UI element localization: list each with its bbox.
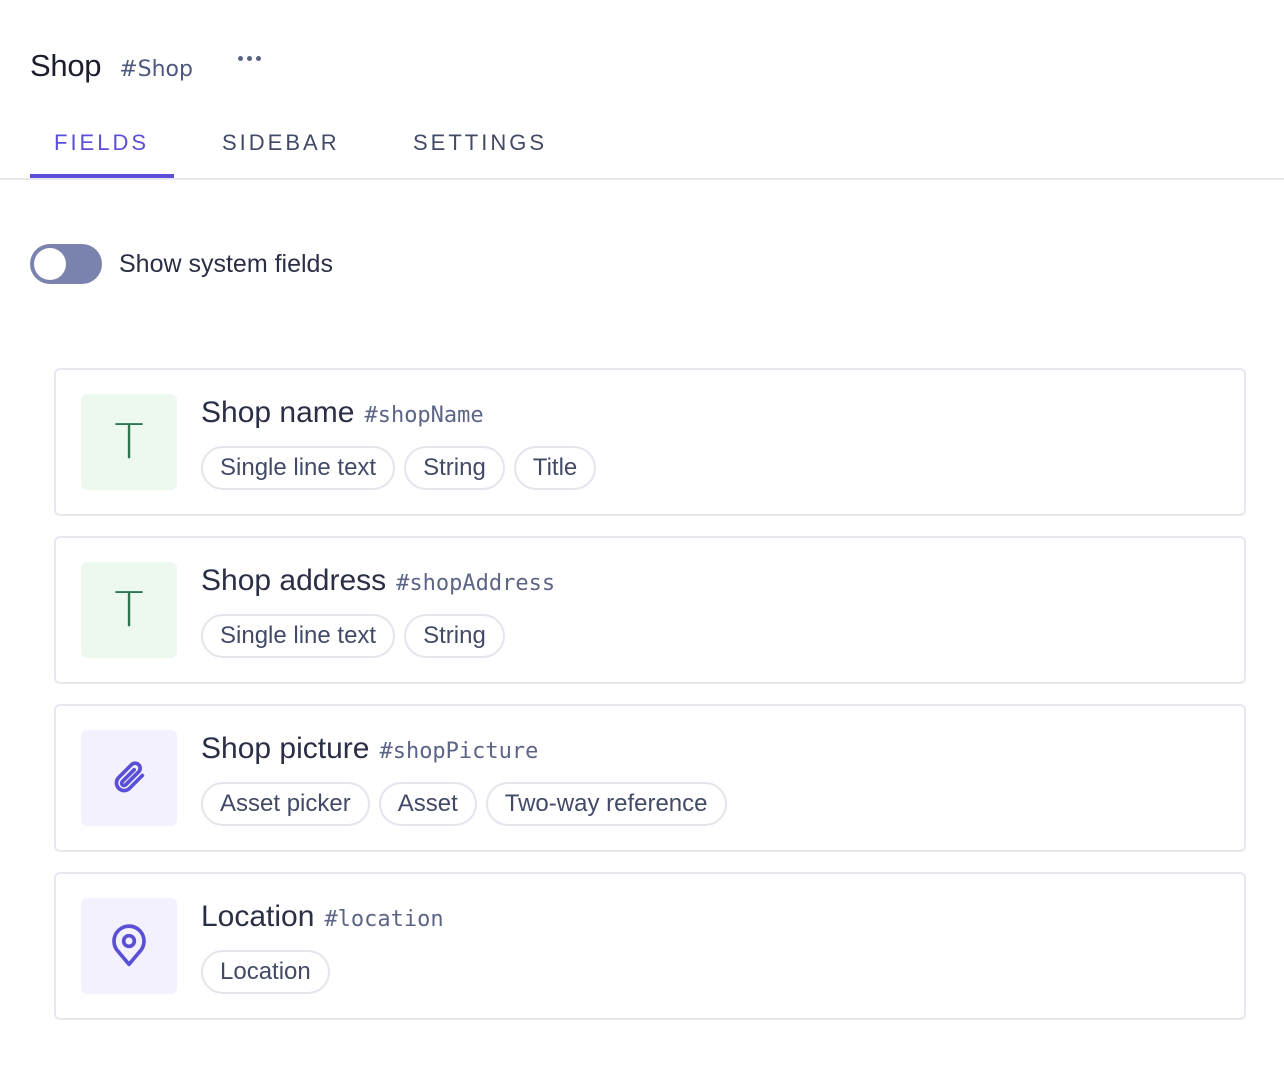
field-tag: String (404, 614, 505, 658)
toggle-label: Show system fields (119, 249, 333, 278)
text-T-icon: T (114, 582, 144, 638)
field-api-id: #location (324, 907, 444, 932)
field-card-shop-address[interactable]: T Shop address #shopAddress Single line … (54, 536, 1246, 684)
field-tags: Single line text String Title (201, 446, 597, 490)
active-tab-indicator (30, 174, 174, 178)
field-tag: Single line text (201, 446, 396, 490)
toggle-knob (34, 248, 66, 280)
field-api-id: #shopAddress (396, 571, 556, 596)
field-name: Shop name (201, 396, 355, 429)
field-card-shop-picture[interactable]: Shop picture #shopPicture Asset picker A… (54, 704, 1246, 852)
field-tag: Asset picker (201, 782, 370, 826)
paperclip-icon (114, 761, 145, 793)
page-title: Shop (30, 48, 102, 83)
more-horizontal-icon-dot (247, 56, 252, 61)
field-card-location[interactable]: Location #location Location (54, 872, 1246, 1020)
model-header: Shop #Shop (30, 48, 193, 84)
tab-bar: FIELDS SIDEBAR SETTINGS (0, 110, 1284, 180)
field-api-id: #shopPicture (379, 739, 539, 764)
text-T-icon: T (114, 414, 144, 470)
field-type-icon-box (81, 730, 177, 826)
more-horizontal-icon-dot (256, 56, 261, 61)
field-tag: Asset (378, 782, 477, 826)
field-name: Shop address (201, 564, 387, 597)
field-type-icon-box: T (81, 394, 177, 490)
model-api-id: #Shop (119, 57, 193, 82)
field-tags: Single line text String (201, 614, 505, 658)
system-fields-toggle-row: Show system fields (30, 244, 333, 284)
field-tags: Location (201, 950, 330, 994)
field-tags: Asset picker Asset Two-way reference (201, 782, 727, 826)
tab-settings[interactable]: SETTINGS (413, 130, 547, 156)
field-name: Shop picture (201, 732, 370, 765)
more-options-button[interactable] (236, 52, 263, 65)
field-type-icon-box: T (81, 562, 177, 658)
map-pin-icon (112, 924, 146, 967)
field-tag: Location (201, 950, 330, 994)
field-tag: String (404, 446, 505, 490)
show-system-fields-toggle[interactable] (30, 244, 102, 284)
field-type-icon-box (81, 898, 177, 994)
field-tag: Single line text (201, 614, 396, 658)
tab-fields[interactable]: FIELDS (54, 130, 149, 156)
more-horizontal-icon (238, 56, 243, 61)
field-tag: Two-way reference (485, 782, 727, 826)
tab-sidebar[interactable]: SIDEBAR (222, 130, 340, 156)
field-api-id: #shopName (364, 403, 484, 428)
field-card-shop-name[interactable]: T Shop name #shopName Single line text S… (54, 368, 1246, 516)
field-tag: Title (513, 446, 597, 490)
field-name: Location (201, 900, 315, 933)
